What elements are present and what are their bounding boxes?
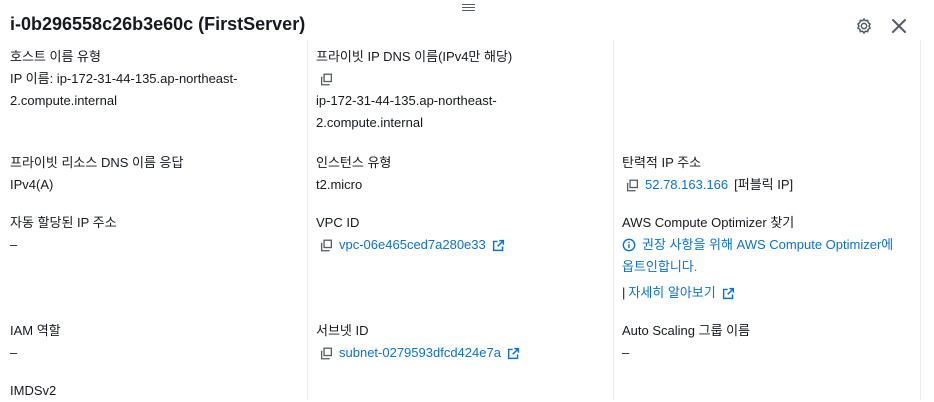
subnet-id-field: 서브넷 ID subnet-0279593dfcd424e7a: [316, 320, 520, 364]
copy-icon: [626, 179, 639, 191]
elastic-ip-suffix: [퍼블릭 IP]: [734, 177, 794, 192]
elastic-ip-link[interactable]: 52.78.163.166: [645, 174, 728, 196]
private-ip-dns-label: 프라이빗 IP DNS 이름(IPv4만 해당): [316, 49, 513, 64]
elastic-ip-label: 탄력적 IP 주소: [622, 155, 702, 170]
iam-role-label: IAM 역할: [10, 323, 61, 338]
auto-scaling-group-label: Auto Scaling 그룹 이름: [622, 323, 751, 338]
imdsv2-field: IMDSv2: [10, 380, 56, 402]
learn-more-separator: |: [622, 285, 626, 300]
close-button[interactable]: [888, 15, 910, 37]
copy-icon: [320, 347, 333, 359]
gear-icon: [857, 18, 871, 34]
hostname-type-label: 호스트 이름 유형: [10, 49, 101, 64]
auto-scaling-group-field: Auto Scaling 그룹 이름 –: [622, 320, 750, 364]
vpc-id-field: VPC ID vpc-06e465ced7a280e33: [316, 212, 505, 256]
imdsv2-label: IMDSv2: [10, 383, 57, 398]
instance-type-value: t2.micro: [316, 177, 363, 192]
optimizer-opt-in-text-line2[interactable]: 옵트인합니다.: [622, 256, 893, 278]
external-link-icon[interactable]: [722, 287, 735, 300]
close-icon: [892, 19, 906, 33]
vpc-id-link[interactable]: vpc-06e465ced7a280e33: [339, 234, 486, 256]
copy-button[interactable]: [316, 239, 333, 252]
private-dns-response-field: 프라이빗 리소스 DNS 이름 응답 IPv4(A): [10, 152, 183, 196]
private-ip-dns-value-line1: ip-172-31-44-135.ap-northeast-: [316, 93, 497, 108]
auto-assigned-ip-label: 자동 할당된 IP 주소: [10, 215, 117, 230]
copy-button[interactable]: [316, 347, 333, 360]
auto-scaling-group-value: –: [622, 345, 630, 360]
info-icon: [622, 238, 636, 252]
auto-assigned-ip-value: –: [10, 237, 18, 252]
external-link-icon[interactable]: [492, 239, 505, 252]
instance-type-field: 인스턴스 유형 t2.micro: [316, 152, 391, 196]
vpc-id-label: VPC ID: [316, 215, 360, 230]
private-ip-dns-field: 프라이빗 IP DNS 이름(IPv4만 해당) ip-172-31-44-13…: [316, 46, 512, 134]
copy-button[interactable]: [622, 179, 639, 192]
iam-role-value: –: [10, 345, 18, 360]
external-link-icon[interactable]: [507, 347, 520, 360]
compute-optimizer-field: AWS Compute Optimizer 찾기 권장 사항을 위해 AWS C…: [622, 212, 893, 304]
settings-button[interactable]: [853, 15, 875, 37]
drag-handle-icon[interactable]: [462, 4, 475, 11]
copy-button[interactable]: [316, 73, 333, 86]
auto-assigned-ip-field: 자동 할당된 IP 주소 –: [10, 212, 117, 256]
hostname-type-field: 호스트 이름 유형 IP 이름: ip-172-31-44-135.ap-nor…: [10, 46, 237, 112]
compute-optimizer-label: AWS Compute Optimizer 찾기: [622, 215, 795, 230]
subnet-id-link[interactable]: subnet-0279593dfcd424e7a: [339, 342, 501, 364]
panel-title: i-0b296558c26b3e60c (FirstServer): [10, 14, 306, 34]
private-dns-response-label: 프라이빗 리소스 DNS 이름 응답: [10, 155, 184, 170]
optimizer-opt-in-link[interactable]: 권장 사항을 위해 AWS Compute Optimizer에: [622, 234, 893, 256]
private-dns-response-value: IPv4(A): [10, 177, 54, 192]
hostname-type-value-line1: IP 이름: ip-172-31-44-135.ap-northeast-: [10, 71, 238, 86]
column-divider: [613, 40, 614, 400]
copy-icon: [320, 239, 333, 251]
hostname-type-value-line2: 2.compute.internal: [10, 93, 117, 108]
iam-role-field: IAM 역할 –: [10, 320, 61, 364]
private-ip-dns-value-line2: 2.compute.internal: [316, 115, 423, 130]
copy-icon: [320, 73, 333, 85]
instance-type-label: 인스턴스 유형: [316, 155, 392, 170]
subnet-id-label: 서브넷 ID: [316, 323, 369, 338]
column-divider: [920, 40, 921, 400]
column-divider: [307, 40, 308, 400]
learn-more-link[interactable]: 자세히 알아보기: [628, 282, 715, 304]
elastic-ip-field: 탄력적 IP 주소 52.78.163.166 [퍼블릭 IP]: [622, 152, 793, 196]
optimizer-opt-in-text-line1[interactable]: 권장 사항을 위해 AWS Compute Optimizer에: [642, 234, 893, 256]
